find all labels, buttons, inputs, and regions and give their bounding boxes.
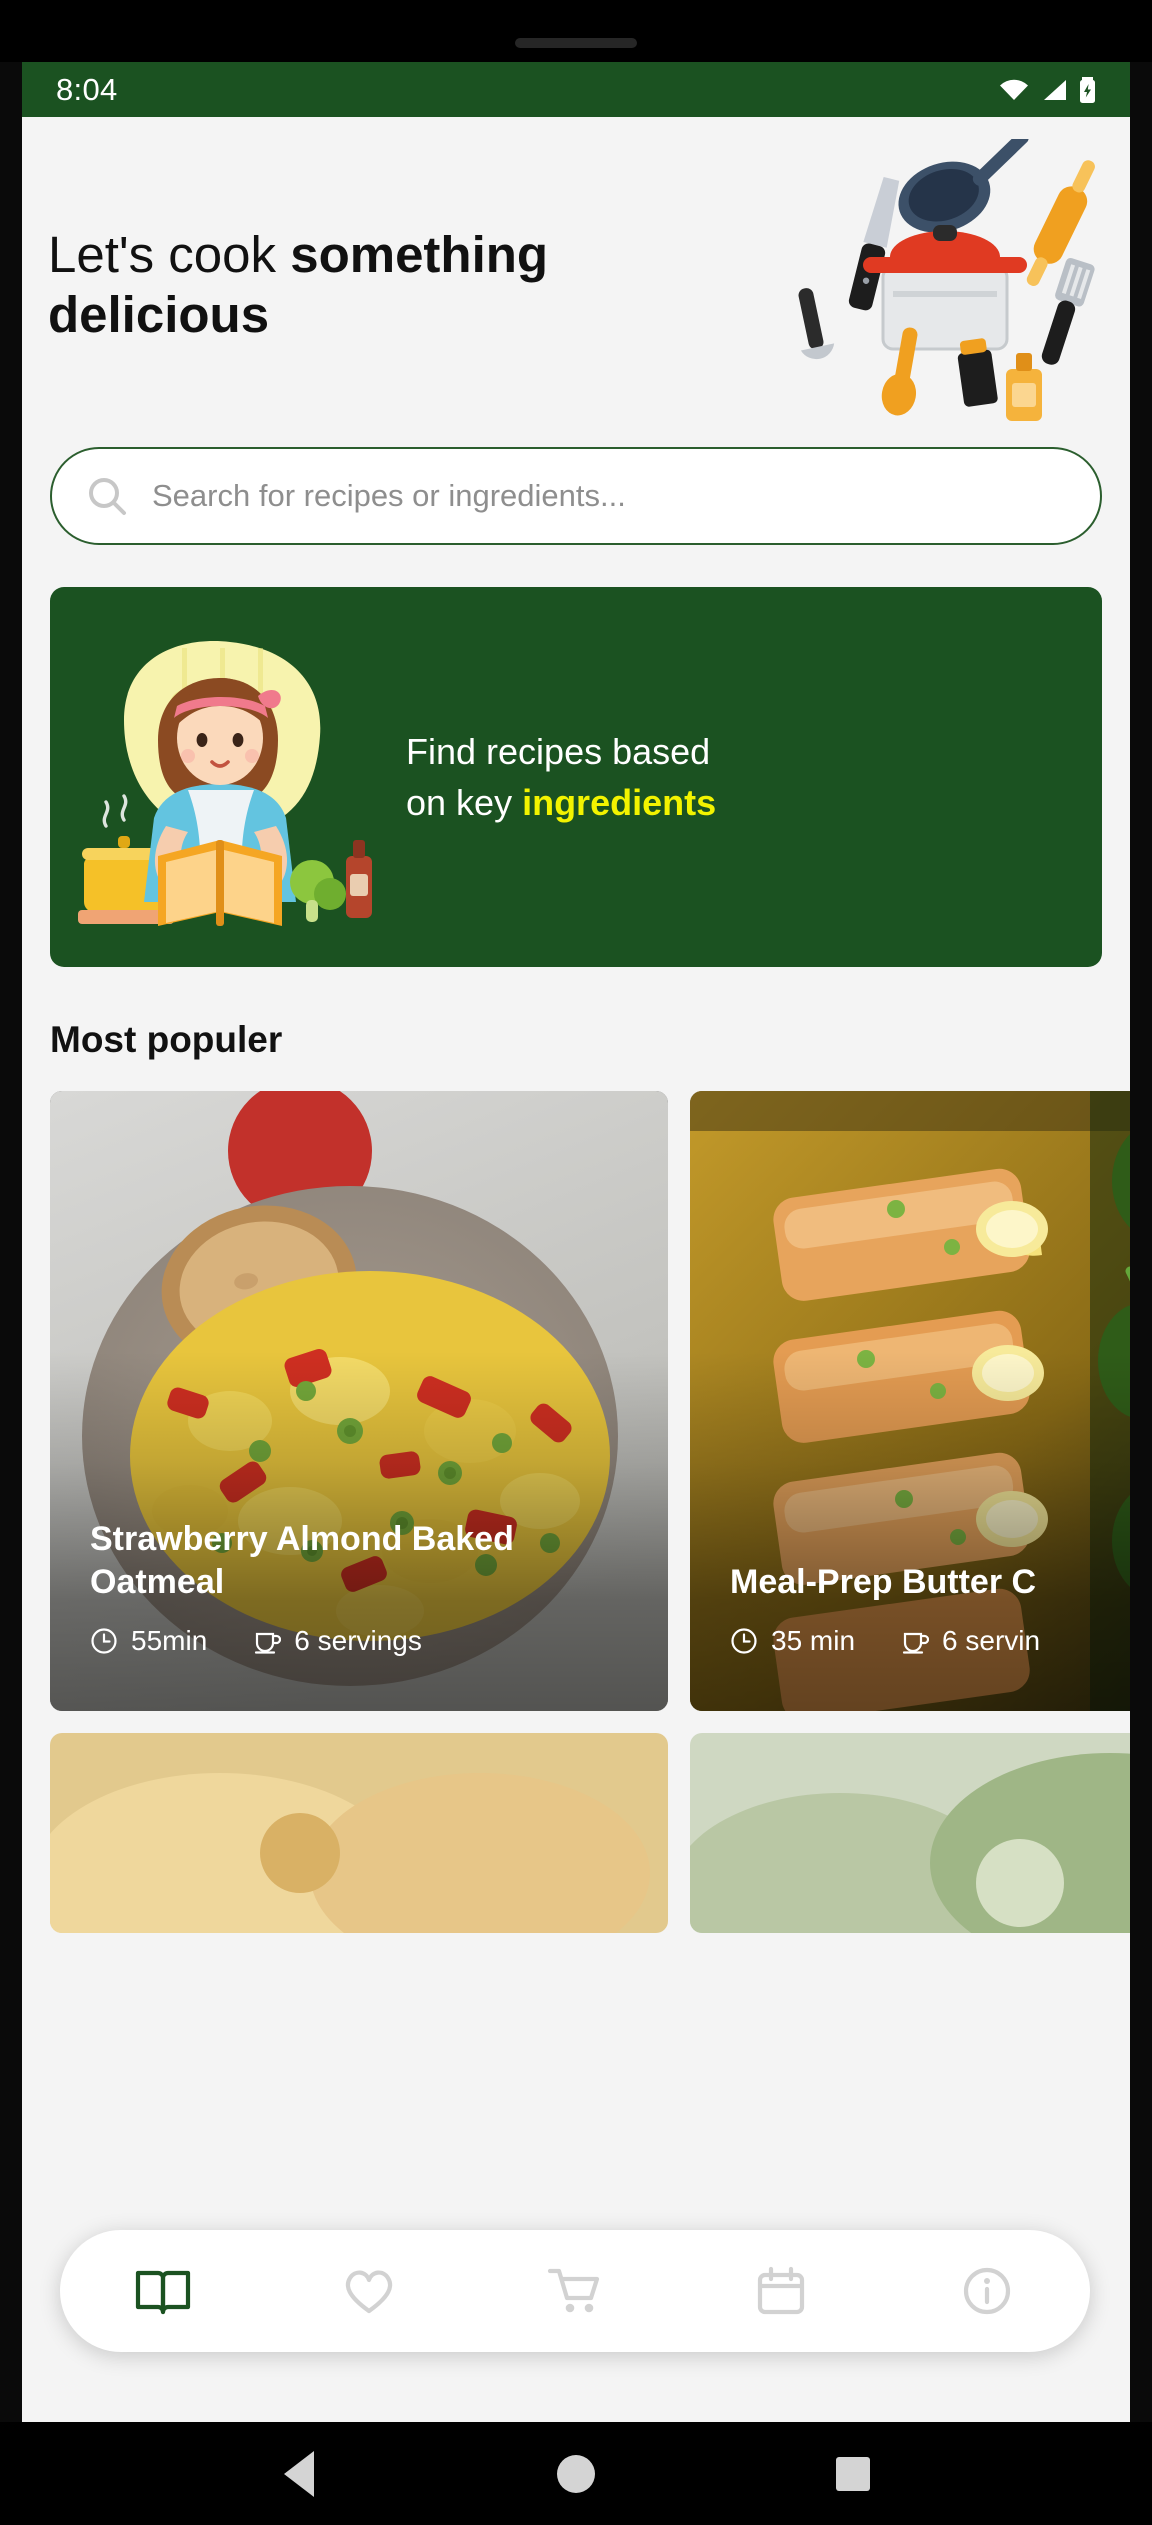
recipe-card-info: Meal-Prep Butter C 35 min 6 servin — [730, 1561, 1130, 1657]
recipe-card-row-next[interactable] — [22, 1733, 1130, 1933]
recipe-card[interactable]: Meal-Prep Butter C 35 min 6 servin — [690, 1091, 1130, 1711]
recipe-servings: 6 servings — [253, 1625, 422, 1657]
bottom-navigation-bar[interactable] — [60, 2230, 1090, 2352]
recipe-card-image — [50, 1733, 668, 1933]
open-book-icon — [135, 2270, 191, 2315]
promo-highlight-ingredients: ingredients — [522, 782, 717, 823]
promo-line-1: Find recipes based — [406, 730, 711, 772]
status-bar: 8:04 — [22, 62, 1130, 117]
recipe-servings-label: 6 servings — [294, 1625, 422, 1656]
home-circle-icon — [556, 2454, 595, 2493]
battery-charging-icon — [1080, 76, 1095, 103]
woman-reading-cookbook-illustration — [78, 641, 372, 926]
phone-device-frame: 8:04 Let's cook something delicious Sear… — [0, 0, 1152, 2525]
promo-section: Find recipes based on key ingredients — [22, 545, 1130, 967]
clock-icon — [731, 1628, 757, 1654]
ingredients-promo-banner[interactable]: Find recipes based on key ingredients — [50, 587, 1102, 967]
nav-item-info[interactable] — [951, 2255, 1023, 2327]
serving-cup-icon — [255, 1632, 282, 1654]
recipe-name: Strawberry Almond Baked Oatmeal — [90, 1519, 514, 1602]
system-home-button[interactable] — [550, 2448, 602, 2500]
promo-banner-text: Find recipes based on key ingredients — [406, 726, 716, 828]
search-bar[interactable] — [50, 447, 1102, 545]
recipe-card[interactable] — [50, 1733, 668, 1933]
recipe-time: 55min — [90, 1625, 207, 1657]
info-icon — [963, 2267, 1011, 2315]
promo-line-2: on key ingredients — [406, 777, 716, 828]
recipe-card-carousel[interactable]: Strawberry Almond Baked Oatmeal 55min 6 … — [22, 1091, 1130, 1711]
heart-icon — [345, 2270, 393, 2314]
recipe-name: Meal-Prep Butter C — [730, 1563, 1037, 1602]
serving-cup-icon — [902, 1632, 930, 1654]
system-back-button[interactable] — [273, 2448, 325, 2500]
earpiece-speaker — [515, 38, 637, 48]
shopping-cart-icon — [547, 2268, 600, 2313]
recents-square-icon — [836, 2456, 871, 2491]
recipe-servings-label: 6 servin — [942, 1625, 1041, 1656]
recipe-time-label: 55min — [131, 1625, 208, 1656]
page-title: Let's cook something delicious — [48, 225, 688, 345]
wifi-icon — [1000, 79, 1028, 100]
android-system-navigation[interactable] — [0, 2422, 1152, 2525]
back-triangle-icon — [283, 2450, 314, 2497]
recipe-meta: 35 min 6 servin — [730, 1625, 1130, 1657]
search-section — [22, 447, 1130, 545]
status-bar-clock: 8:04 — [56, 71, 118, 107]
recipe-servings: 6 servin — [901, 1625, 1040, 1657]
recipe-time: 35 min — [730, 1625, 855, 1657]
section-heading-most-popular: Most populer — [50, 1019, 283, 1060]
recipe-card-image — [690, 1733, 1130, 1933]
recipe-card[interactable] — [690, 1733, 1130, 1933]
recipe-time-label: 35 min — [771, 1625, 856, 1656]
cellular-signal-icon — [1044, 79, 1066, 100]
clock-icon — [91, 1628, 117, 1654]
cooking-utensils-illustration — [798, 139, 1095, 421]
nav-item-cart[interactable] — [539, 2255, 611, 2327]
nav-item-favorites[interactable] — [333, 2255, 405, 2327]
search-input[interactable] — [152, 478, 1066, 514]
recipe-card-info: Strawberry Almond Baked Oatmeal 55min 6 … — [90, 1518, 640, 1657]
page-title-plain: Let's cook — [48, 226, 291, 283]
calendar-icon — [757, 2266, 805, 2315]
promo-line-2-prefix: on key — [406, 782, 523, 823]
system-recents-button[interactable] — [827, 2448, 879, 2500]
search-icon — [89, 478, 126, 515]
phone-top-bezel — [0, 0, 1152, 62]
nav-item-recipes[interactable] — [127, 2255, 199, 2327]
status-bar-icons — [999, 76, 1096, 103]
recipe-card[interactable]: Strawberry Almond Baked Oatmeal 55min 6 … — [50, 1091, 668, 1711]
phone-screen: 8:04 Let's cook something delicious Sear… — [22, 62, 1130, 2422]
recipe-meta: 55min 6 servings — [90, 1625, 640, 1657]
nav-item-planner[interactable] — [745, 2255, 817, 2327]
hero-section: Let's cook something delicious — [22, 117, 1130, 447]
